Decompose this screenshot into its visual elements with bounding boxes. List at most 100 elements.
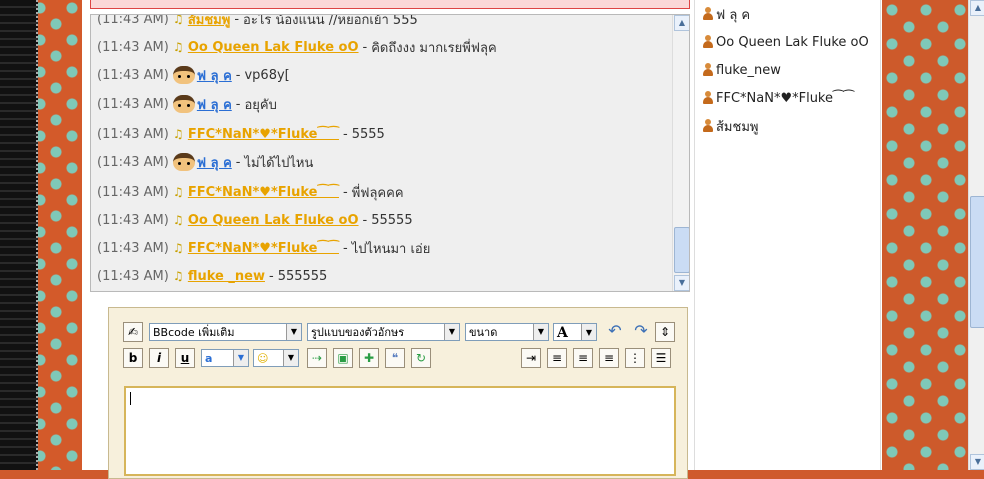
size-select[interactable]: ขนาด ▼ — [465, 323, 549, 341]
chevron-down-icon: ▼ — [283, 350, 298, 366]
scroll-up-button[interactable]: ▲ — [970, 0, 984, 16]
timestamp: (11:43 AM) — [97, 268, 169, 284]
underline-button[interactable]: u — [175, 348, 195, 368]
align-left-button[interactable]: ≡ — [547, 348, 567, 368]
username-link[interactable]: ฟ ลุ ค — [197, 65, 232, 86]
chat-message: (11:43 AM) ฟ ลุ ค - vp68y[ — [97, 64, 290, 86]
ordered-list-button[interactable]: ⋮ — [625, 348, 645, 368]
chat-message: (11:43 AM) ♫ Oo Queen Lak Fluke oO - 555… — [97, 209, 413, 231]
media-icon: ✚ — [363, 351, 375, 365]
musical-note-icon: ♫ — [172, 212, 184, 227]
chat-message: (11:43 AM) ♫ fluke _new - 555555 — [97, 265, 327, 287]
column-divider — [880, 0, 881, 470]
ordered-list-icon: ⋮ — [629, 351, 641, 365]
undo-button[interactable]: ↶ — [605, 322, 625, 342]
user-list-item[interactable]: Oo Queen Lak Fluke oO — [702, 32, 869, 52]
user-name: FFC*NaN*♥*Fluke⁀⁀ — [716, 90, 854, 106]
user-icon — [702, 91, 714, 105]
chat-message: (11:43 AM) ฟ ลุ ค - ไม่ได้ไปไหน — [97, 151, 313, 173]
bbcode-select[interactable]: BBcode เพิ่มเติม ▼ — [149, 323, 302, 341]
redo-button[interactable]: ↷ — [631, 322, 651, 342]
username-link[interactable]: fluke _new — [188, 269, 265, 284]
insert-image-button[interactable]: ▣ — [333, 348, 353, 368]
italic-button[interactable]: i — [149, 348, 169, 368]
quote-icon: ❝ — [391, 351, 399, 365]
unordered-list-button[interactable]: ☰ — [651, 348, 671, 368]
separator: - — [362, 39, 368, 55]
redo-icon: ↷ — [634, 321, 648, 340]
separator: - — [235, 154, 241, 170]
message-text: vp68y[ — [244, 67, 290, 83]
color-select[interactable]: A ▼ — [553, 323, 597, 341]
insert-code-button[interactable]: ↻ — [411, 348, 431, 368]
username-link[interactable]: ฟ ลุ ค — [197, 94, 232, 115]
username-link[interactable]: ส้มชมพู — [188, 15, 230, 30]
timestamp: (11:43 AM) — [97, 212, 169, 228]
musical-note-icon: ♫ — [172, 14, 184, 26]
musical-note-icon: ♫ — [172, 184, 184, 199]
chevron-down-icon: ▼ — [533, 324, 548, 340]
message-text: 555555 — [277, 268, 328, 284]
timestamp: (11:43 AM) — [97, 154, 169, 170]
separator: - — [235, 67, 241, 83]
chat-scrollbar[interactable]: ▲ ▼ — [672, 15, 689, 291]
user-list-item[interactable]: FFC*NaN*♥*Fluke⁀⁀ — [702, 88, 854, 108]
scroll-down-button[interactable]: ▼ — [674, 275, 689, 291]
color-button-label: A — [557, 325, 568, 341]
username-link[interactable]: FFC*NaN*♥*Fluke⁀⁀ — [188, 127, 339, 142]
align-center-button[interactable]: ≡ — [573, 348, 593, 368]
align-left-icon: ≡ — [551, 351, 563, 365]
font-select-value: รูปแบบของตัวอักษร — [311, 326, 405, 339]
user-icon — [702, 35, 714, 49]
message-text: อะไร น้องแนน //หยอกเย้า 555 — [243, 14, 418, 28]
user-list-item[interactable]: ส้มชมพู — [702, 116, 758, 136]
separator: - — [234, 14, 240, 27]
scrollbar-thumb[interactable] — [970, 196, 984, 328]
emoticon-select[interactable]: ☺ ▼ — [253, 349, 299, 367]
separator: - — [342, 240, 348, 256]
decorative-ribbon — [0, 0, 38, 470]
bold-button[interactable]: b — [123, 348, 143, 368]
chat-message: (11:43 AM) ♫ FFC*NaN*♥*Fluke⁀⁀ - พี่ฟลุค… — [97, 181, 404, 203]
chat-message: (11:43 AM) ♫ FFC*NaN*♥*Fluke⁀⁀ - ไปไหนมา… — [97, 237, 430, 259]
musical-note-icon: ♫ — [172, 126, 184, 141]
message-text: ไม่ได้ไปไหน — [244, 155, 314, 171]
page-scrollbar[interactable]: ▲ ▼ — [968, 0, 984, 470]
timestamp: (11:43 AM) — [97, 184, 169, 200]
scroll-up-button[interactable]: ▲ — [674, 15, 689, 31]
username-link[interactable]: ฟ ลุ ค — [197, 152, 232, 173]
insert-media-button[interactable]: ✚ — [359, 348, 379, 368]
musical-note-icon: ♫ — [172, 39, 184, 54]
separator: - — [342, 126, 348, 142]
size-select-value: ขนาด — [469, 326, 498, 339]
username-link[interactable]: Oo Queen Lak Fluke oO — [188, 40, 359, 55]
username-link[interactable]: Oo Queen Lak Fluke oO — [188, 213, 359, 228]
username-link[interactable]: FFC*NaN*♥*Fluke⁀⁀ — [188, 185, 339, 200]
font-select[interactable]: รูปแบบของตัวอักษร ▼ — [307, 323, 460, 341]
message-text: คิดถึงงง มากเรยพี่ฟลุค — [371, 40, 497, 56]
indent-button[interactable]: ⇥ — [521, 348, 541, 368]
user-list-item[interactable]: fluke_new — [702, 60, 781, 80]
text-style-select[interactable]: a ▼ — [201, 349, 249, 367]
musical-note-icon: ♫ — [172, 240, 184, 255]
bbcode-select-value: BBcode เพิ่มเติม — [153, 326, 235, 339]
username-link[interactable]: FFC*NaN*♥*Fluke⁀⁀ — [188, 241, 339, 256]
chevron-down-icon: ▼ — [233, 350, 248, 366]
user-name: ส้มชมพู — [716, 119, 759, 135]
message-input[interactable] — [124, 386, 676, 476]
user-name: Oo Queen Lak Fluke oO — [716, 34, 869, 50]
user-name: fluke_new — [716, 62, 781, 78]
insert-quote-button[interactable]: ❝ — [385, 348, 405, 368]
user-name: ฟ ลุ ค — [716, 7, 751, 23]
bbcode-toggle-button[interactable]: ✍ — [123, 322, 143, 342]
scrollbar-thumb[interactable] — [674, 227, 689, 273]
background-pattern-right — [882, 0, 968, 470]
scroll-down-button[interactable]: ▼ — [970, 454, 984, 470]
user-icon — [702, 7, 714, 21]
insert-link-button[interactable]: ⇢ — [307, 348, 327, 368]
align-right-button[interactable]: ≡ — [599, 348, 619, 368]
resize-button[interactable]: ⇕ — [655, 322, 675, 342]
timestamp: (11:43 AM) — [97, 39, 169, 55]
user-list-item[interactable]: ฟ ลุ ค — [702, 4, 750, 24]
chat-messages[interactable]: (11:43 AM) ♫ ส้มชมพู - อะไร น้องแนน //หย… — [90, 14, 690, 292]
